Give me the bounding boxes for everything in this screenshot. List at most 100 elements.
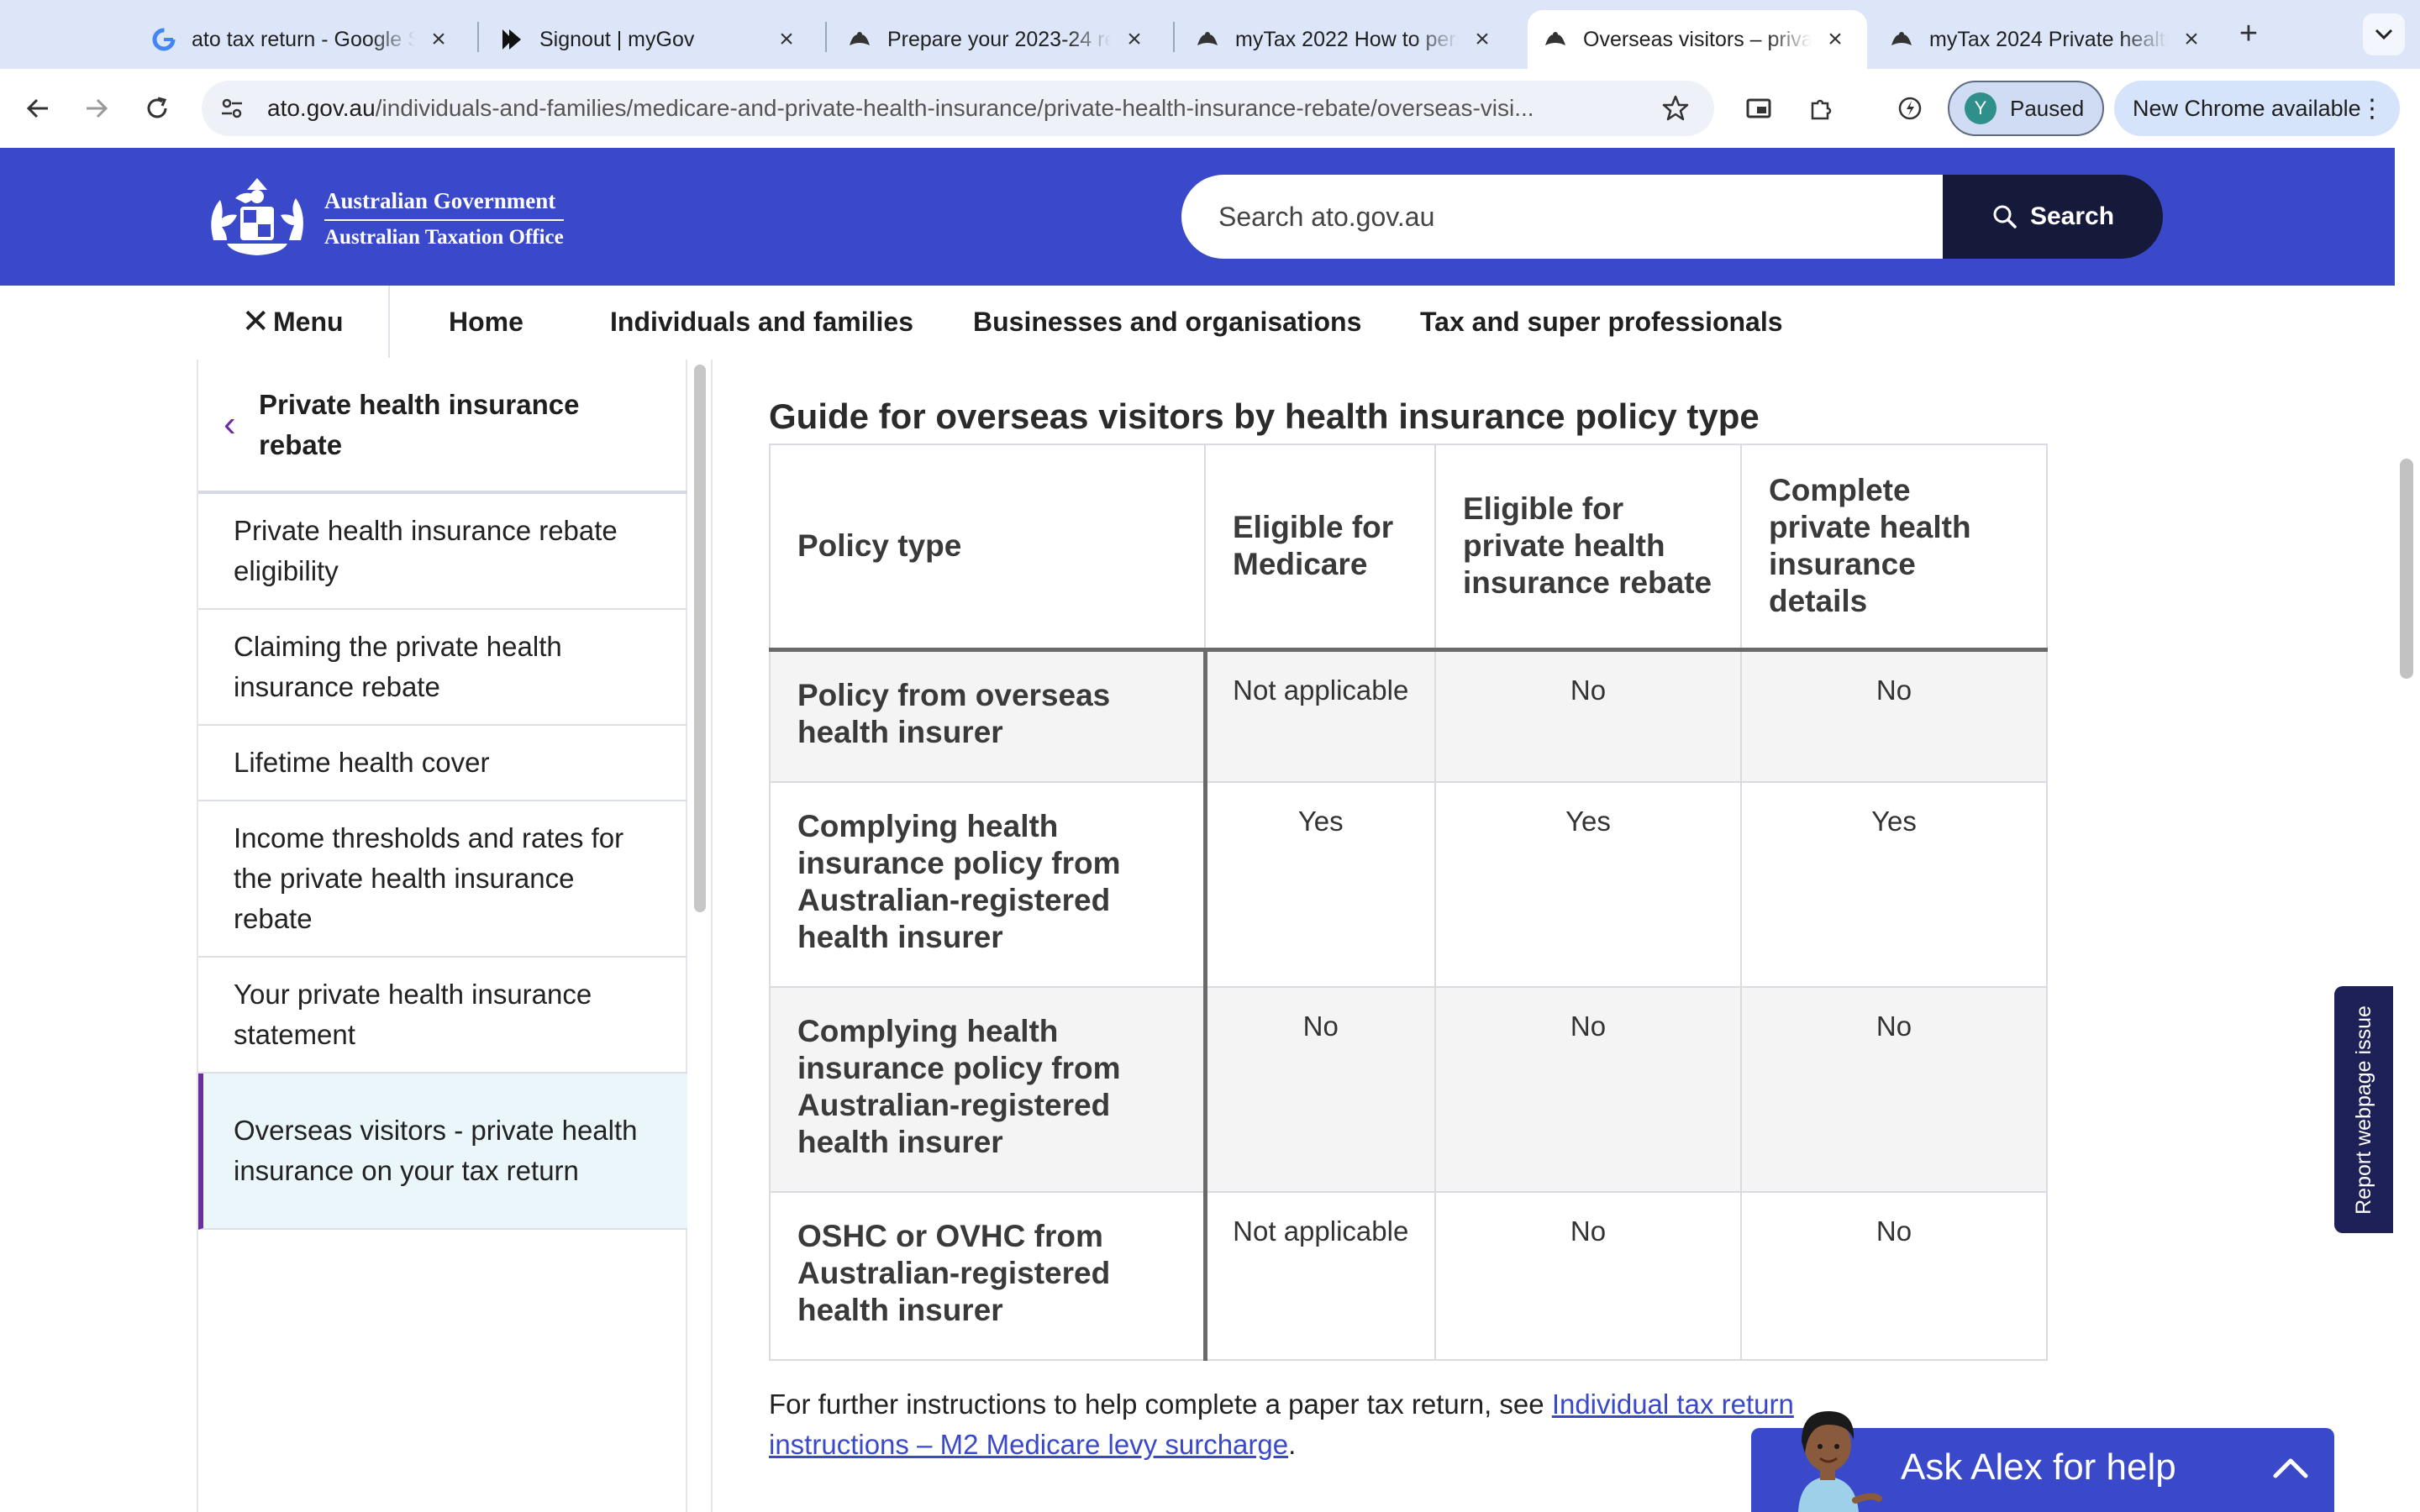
- report-webpage-issue-button[interactable]: Report webpage issue: [2334, 986, 2393, 1233]
- ato-crest-icon: [1889, 27, 1914, 52]
- tab-search-icon[interactable]: [2363, 13, 2405, 55]
- profile-button[interactable]: Y Paused: [1948, 81, 2104, 136]
- logo-line2: Australian Taxation Office: [324, 225, 564, 249]
- table-row: Policy from overseas health insurer Not …: [769, 648, 2048, 783]
- sidebar-item-claiming-rebate[interactable]: Claiming the private health insurance re…: [198, 610, 687, 726]
- table-row: Complying health insurance policy from A…: [769, 986, 2048, 1193]
- ato-crest-icon: [847, 27, 872, 52]
- policy-guide-table: Policy type Eligible for Medicare Eligib…: [769, 444, 2048, 1361]
- ato-wordmark: Australian Government Australian Taxatio…: [324, 188, 564, 249]
- site-info-icon[interactable]: [213, 90, 250, 127]
- table-cell: No: [1740, 986, 2048, 1193]
- reload-icon[interactable]: [136, 87, 178, 129]
- update-label: New Chrome available: [2133, 95, 2361, 121]
- tab-title: ato tax return - Google Search: [192, 27, 415, 51]
- column-header: Complete private health insurance detail…: [1740, 444, 2048, 652]
- sidebar-item-insurance-statement[interactable]: Your private health insurance statement: [198, 958, 687, 1074]
- extensions-puzzle-icon[interactable]: [1800, 87, 1842, 129]
- performance-icon[interactable]: [1889, 87, 1931, 129]
- column-header: Eligible for private health insurance re…: [1434, 444, 1742, 652]
- avatar: Y: [1965, 92, 1996, 124]
- column-header: Policy type: [769, 444, 1206, 652]
- sidebar-item-income-thresholds[interactable]: Income thresholds and rates for the priv…: [198, 801, 687, 958]
- browser-tab[interactable]: myTax 2024 Private health ×: [1874, 10, 2223, 69]
- browser-tab[interactable]: myTax 2022 How to personalise ×: [1161, 10, 1514, 69]
- tab-title: Prepare your 2023-24 return: [887, 27, 1111, 51]
- sidebar-item-overseas-visitors[interactable]: Overseas visitors - private health insur…: [198, 1074, 687, 1230]
- report-tab-label: Report webpage issue: [2351, 1005, 2375, 1215]
- alex-avatar-icon: [1798, 1411, 1882, 1512]
- browser-tab-active[interactable]: Overseas visitors – private ×: [1528, 10, 1867, 69]
- coat-of-arms-icon: [211, 178, 303, 255]
- close-icon: ✕: [241, 303, 270, 340]
- table-cell: Not applicable: [1204, 1191, 1436, 1361]
- menu-toggle-button[interactable]: ✕ Menu: [197, 286, 390, 358]
- browser-toolbar: ato.gov.au/individuals-and-families/medi…: [0, 69, 2420, 148]
- table-row: Complying health insurance policy from A…: [769, 781, 2048, 988]
- row-header: Complying health insurance policy from A…: [769, 781, 1207, 988]
- sidebar-item-rebate-eligibility[interactable]: Private health insurance rebate eligibil…: [198, 494, 687, 610]
- nav-businesses-and-organisations[interactable]: Businesses and organisations: [973, 286, 1361, 358]
- close-icon[interactable]: ×: [771, 24, 802, 55]
- bookmark-star-icon[interactable]: [1659, 92, 1692, 125]
- table-header-row: Policy type Eligible for Medicare Eligib…: [769, 444, 2048, 652]
- picture-in-picture-icon[interactable]: [1738, 87, 1780, 129]
- row-header: Policy from overseas health insurer: [769, 648, 1207, 783]
- sidebar-parent-title: Private health insurance rebate: [259, 389, 580, 460]
- table-cell: Yes: [1740, 781, 2048, 988]
- profile-status: Paused: [2010, 95, 2085, 121]
- browser-tab[interactable]: Signout | myGov ×: [466, 10, 818, 69]
- page-scrollbar[interactable]: [2400, 459, 2413, 679]
- more-menu-icon[interactable]: ⋮: [2360, 94, 2385, 123]
- sidebar-scrollbar[interactable]: [694, 365, 706, 912]
- table-row: OSHC or OVHC from Australian-registered …: [769, 1191, 2048, 1361]
- update-chrome-button[interactable]: New Chrome available ⋮: [2114, 81, 2400, 136]
- footnote-text: For further instructions to help complet…: [769, 1389, 1552, 1420]
- tab-title: myTax 2022 How to personalise: [1235, 27, 1459, 51]
- sidebar-parent-link[interactable]: ‹ Private health insurance rebate: [198, 360, 687, 494]
- section-heading: Guide for overseas visitors by health in…: [769, 396, 1760, 436]
- url-text: ato.gov.au/individuals-and-families/medi…: [267, 95, 1628, 122]
- main-nav: ✕ Menu Home Individuals and families Bus…: [197, 286, 2381, 358]
- logo-line1: Australian Government: [324, 188, 564, 221]
- address-bar[interactable]: ato.gov.au/individuals-and-families/medi…: [202, 81, 1714, 136]
- search-button[interactable]: Search: [1943, 175, 2163, 259]
- site-header: Australian Government Australian Taxatio…: [0, 148, 2395, 286]
- url-host: ato.gov.au: [267, 95, 376, 121]
- ato-logo[interactable]: Australian Government Australian Taxatio…: [197, 173, 566, 264]
- close-icon[interactable]: ×: [1467, 24, 1497, 55]
- table-cell: No: [1434, 648, 1742, 783]
- column-header: Eligible for Medicare: [1204, 444, 1436, 652]
- back-arrow-icon[interactable]: [17, 87, 59, 129]
- nav-home[interactable]: Home: [449, 286, 523, 358]
- table-cell: Not applicable: [1204, 648, 1436, 783]
- close-icon[interactable]: ×: [2176, 24, 2207, 55]
- close-icon[interactable]: ×: [1820, 24, 1850, 55]
- chevron-up-icon[interactable]: [2265, 1443, 2316, 1494]
- search-icon: [1993, 205, 2017, 228]
- close-icon[interactable]: ×: [1119, 24, 1150, 55]
- ato-crest-icon: [1195, 27, 1220, 52]
- browser-tab[interactable]: Prepare your 2023-24 return ×: [813, 10, 1166, 69]
- close-icon[interactable]: ×: [424, 24, 454, 55]
- forward-arrow-icon[interactable]: [76, 87, 118, 129]
- tab-title: Signout | myGov: [539, 27, 695, 51]
- footnote-end: .: [1288, 1429, 1297, 1460]
- row-header: OSHC or OVHC from Australian-registered …: [769, 1191, 1207, 1361]
- new-tab-icon[interactable]: +: [2232, 15, 2265, 52]
- table-cell: Yes: [1434, 781, 1742, 988]
- menu-label: Menu: [272, 306, 344, 337]
- footnote-paragraph: For further instructions to help complet…: [769, 1384, 1861, 1465]
- mygov-icon: [499, 27, 524, 52]
- sidebar-item-lifetime-health-cover[interactable]: Lifetime health cover: [198, 726, 687, 801]
- url-path: /individuals-and-families/medicare-and-p…: [375, 95, 1534, 121]
- content-divider: [711, 360, 713, 1512]
- table-cell: No: [1434, 1191, 1742, 1361]
- site-search-input[interactable]: [1181, 175, 1943, 259]
- nav-individuals-and-families[interactable]: Individuals and families: [610, 286, 913, 358]
- nav-tax-and-super-professionals[interactable]: Tax and super professionals: [1420, 286, 1783, 358]
- table-cell: Yes: [1204, 781, 1436, 988]
- tab-title: myTax 2024 Private health: [1929, 27, 2168, 51]
- table-cell: No: [1740, 648, 2048, 783]
- browser-tab[interactable]: ato tax return - Google Search ×: [118, 10, 471, 69]
